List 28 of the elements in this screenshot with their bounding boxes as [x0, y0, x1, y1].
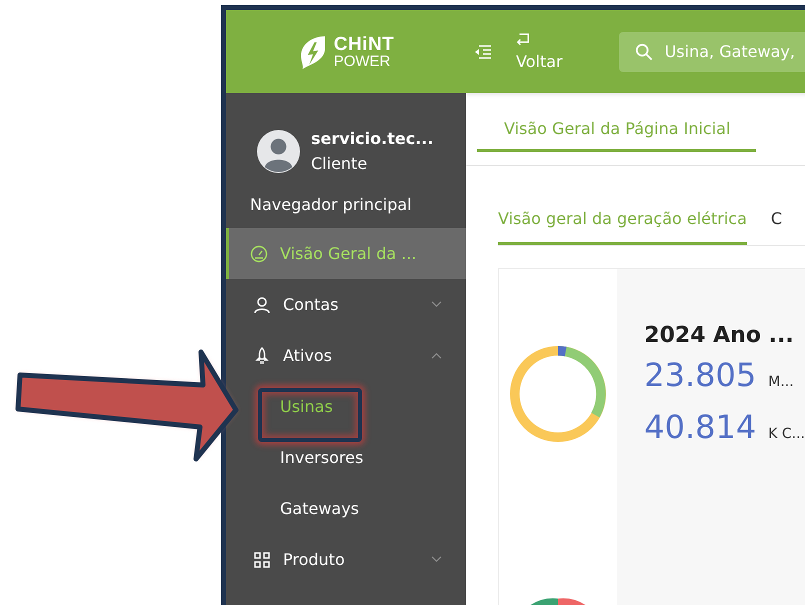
nav-item[interactable]: Ativos — [226, 330, 466, 381]
stat-unit: M... — [768, 374, 794, 390]
logo-text: CHiNT — [334, 34, 394, 54]
nav-item[interactable]: Contas — [226, 279, 466, 330]
nav-item[interactable]: Produto — [226, 534, 466, 585]
logo-subtext: POWER — [334, 54, 392, 68]
gauge-icon — [250, 244, 268, 262]
stat-unit: K C... — [768, 426, 805, 442]
nav-heading: Navegador principal — [249, 194, 413, 216]
chevron-up-icon[interactable] — [431, 352, 442, 359]
user-name: servicio.tec... — [311, 129, 434, 148]
stat-value: 40.814 — [644, 408, 756, 446]
stat-value: 23.805 — [644, 356, 756, 394]
user-role: Cliente — [311, 154, 368, 173]
grid-icon — [253, 550, 271, 568]
search-field[interactable]: Usina, Gateway, — [618, 32, 805, 72]
rocket-icon — [253, 346, 271, 364]
return-icon — [516, 32, 530, 46]
nav-subitem[interactable]: Usinas — [280, 381, 333, 432]
card-title: 2024 Ano ... — [644, 323, 795, 348]
nav-subitem[interactable]: Inversores — [280, 432, 364, 483]
nav-subitem[interactable]: Gateways — [280, 483, 360, 534]
chevron-down-icon[interactable] — [431, 556, 442, 563]
avatar-icon — [257, 130, 300, 172]
menu-fold-icon[interactable] — [474, 44, 492, 60]
user-icon — [253, 296, 271, 314]
tab[interactable]: C — [770, 209, 782, 245]
chevron-down-icon[interactable] — [431, 301, 442, 308]
